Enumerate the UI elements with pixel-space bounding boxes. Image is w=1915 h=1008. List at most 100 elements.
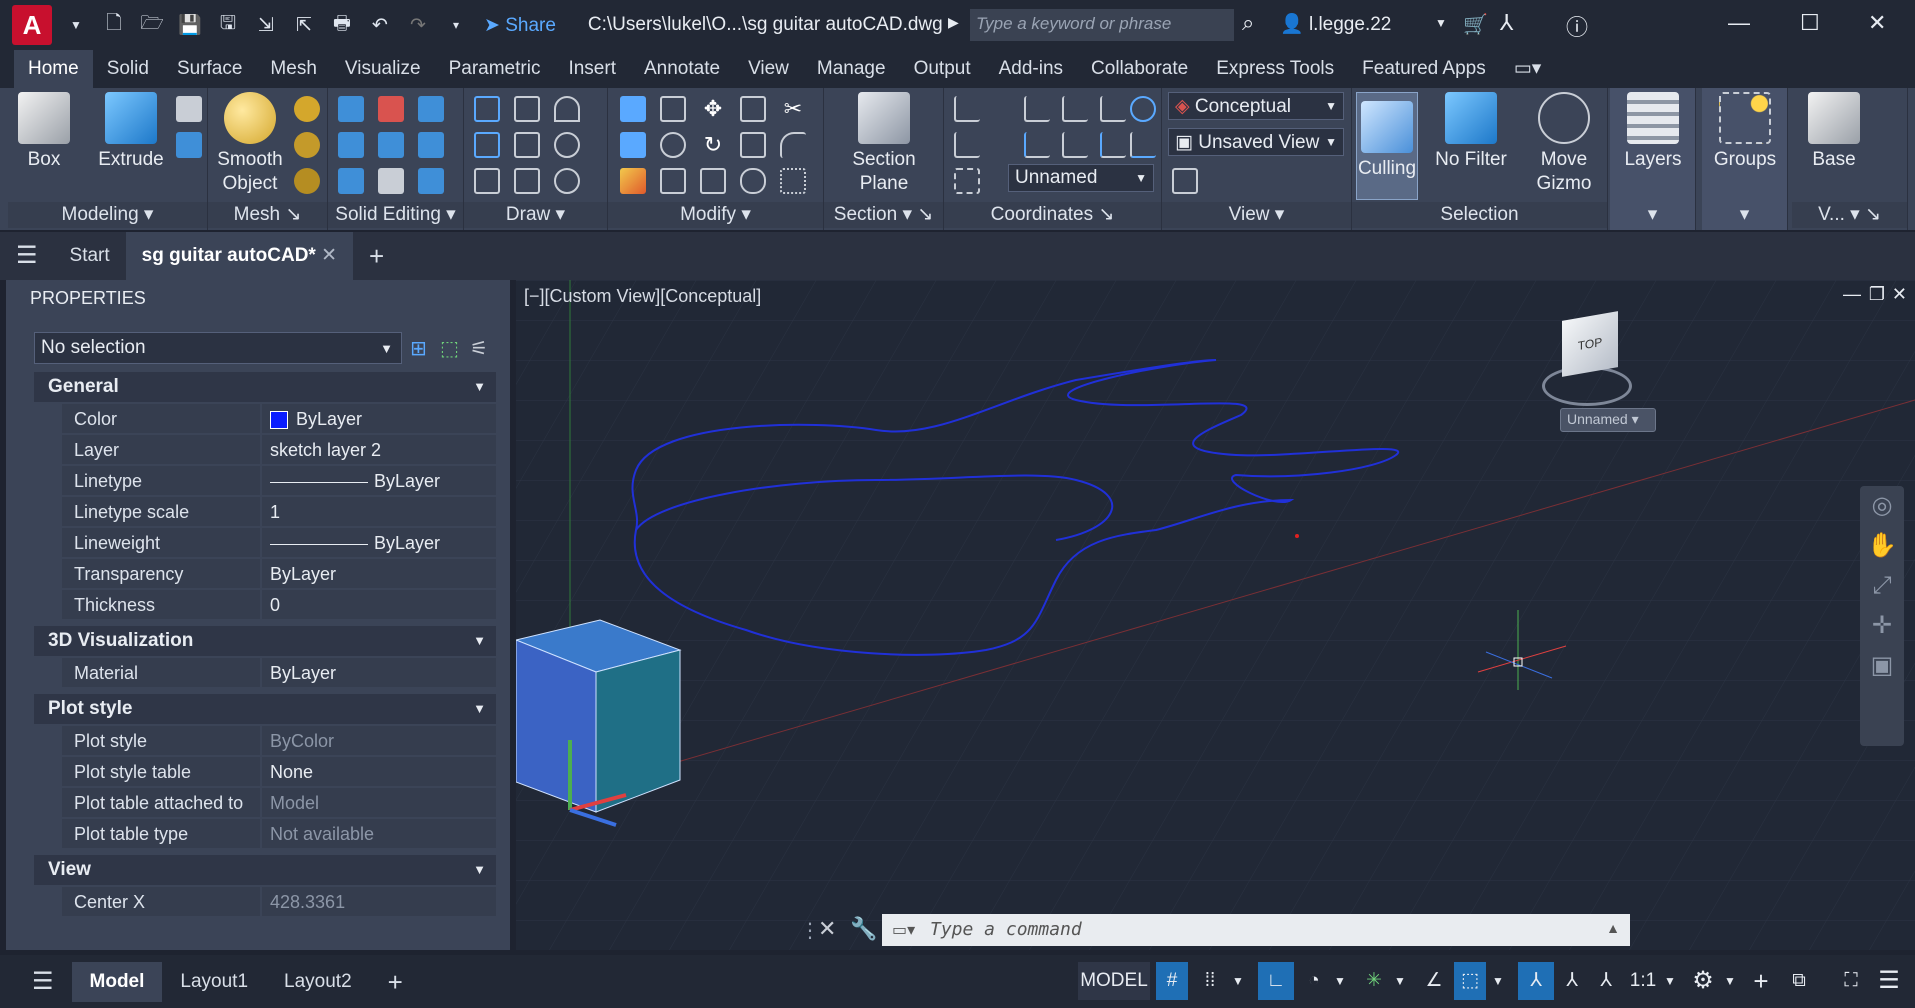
ucs-view-icon[interactable] <box>1130 96 1156 122</box>
ucs-dropdown[interactable]: Unnamed ▼ <box>1008 164 1154 192</box>
tab-parametric[interactable]: Parametric <box>435 50 555 88</box>
shell-icon[interactable] <box>378 168 404 194</box>
intersect-icon[interactable] <box>338 132 364 158</box>
tab-layout1[interactable]: Layout1 <box>162 962 266 1002</box>
fillet-icon[interactable] <box>780 132 806 158</box>
prop-value[interactable]: 0 <box>262 590 496 619</box>
array-icon[interactable] <box>740 96 766 122</box>
layers-expand-icon[interactable]: ▾ <box>1610 202 1695 228</box>
3d-align-icon[interactable] <box>660 96 686 122</box>
model-space-canvas[interactable] <box>516 280 1915 950</box>
rectangular-array-icon[interactable] <box>780 168 806 194</box>
tab-insert[interactable]: Insert <box>554 50 630 88</box>
prop-row-plot-table-type[interactable]: Plot table type Not available <box>62 819 496 849</box>
tab-home[interactable]: Home <box>14 50 93 88</box>
selection-dropdown[interactable]: No selection ▼ <box>34 332 402 364</box>
erase-icon[interactable] <box>620 168 646 194</box>
polar-dropdown-icon[interactable]: ▼ <box>1330 962 1350 1000</box>
tab-manage[interactable]: Manage <box>803 50 900 88</box>
no-filter-button[interactable]: No Filter <box>1428 92 1514 172</box>
prop-row-linetype[interactable]: Linetype ByLayer <box>62 466 496 496</box>
mirror-icon[interactable] <box>620 96 646 122</box>
steering-wheel-icon[interactable]: ◎ <box>1860 486 1904 526</box>
layout-menu-icon[interactable]: ☰ <box>14 962 72 1002</box>
grid-icon[interactable]: # <box>1156 962 1188 1000</box>
tab-collaborate[interactable]: Collaborate <box>1077 50 1202 88</box>
arc-icon[interactable] <box>554 96 580 122</box>
mesh-add-icon[interactable] <box>294 96 320 122</box>
tab-view[interactable]: View <box>734 50 803 88</box>
model-space-button[interactable]: MODEL <box>1078 962 1150 1000</box>
showmotion-icon[interactable]: ▣ <box>1860 646 1904 686</box>
customization-menu-icon[interactable]: ☰ <box>1872 962 1906 1000</box>
prop-row-linetype-scale[interactable]: Linetype scale 1 <box>62 497 496 527</box>
3d-scale-icon[interactable] <box>660 168 686 194</box>
prop-value[interactable]: None <box>262 757 496 786</box>
ucs-3point-icon[interactable] <box>1100 132 1126 158</box>
tab-visualize[interactable]: Visualize <box>331 50 435 88</box>
viewport-config-icon[interactable] <box>1172 168 1198 194</box>
hamburger-menu-icon[interactable]: ☰ <box>0 232 54 280</box>
polygon-icon[interactable] <box>474 168 500 194</box>
prop-row-center-x[interactable]: Center X 428.3361 <box>62 887 496 917</box>
select-objects-icon[interactable]: ⬚ <box>440 336 459 361</box>
slice-icon[interactable] <box>378 132 404 158</box>
move-icon[interactable]: ✥ <box>700 96 726 122</box>
search-input[interactable]: Type a keyword or phrase <box>970 9 1234 41</box>
tab-active-drawing[interactable]: sg guitar autoCAD* ✕ <box>125 232 354 280</box>
new-file-icon[interactable]: 🗋 <box>100 11 128 39</box>
smooth-object-button[interactable]: Smooth Object <box>212 92 288 196</box>
mesh-crease-icon[interactable] <box>294 168 320 194</box>
object-snap-tracking-icon[interactable]: ∠ <box>1418 962 1450 1000</box>
quick-select-icon[interactable]: ⚟ <box>470 336 488 361</box>
autodesk-icon[interactable]: ⅄ <box>1500 10 1513 36</box>
panel-label-modeling[interactable]: Modeling ▾ <box>8 202 207 228</box>
auto-scale-icon[interactable]: ⅄ <box>1556 962 1588 1000</box>
tab-model[interactable]: Model <box>71 961 163 1002</box>
close-icon[interactable]: ✕ <box>1868 10 1886 36</box>
presspull-icon[interactable] <box>176 96 202 122</box>
prop-row-plot-style[interactable]: Plot style ByColor <box>62 726 496 756</box>
panel-label-mesh[interactable]: Mesh ↘ <box>208 202 327 228</box>
visual-style-dropdown[interactable]: ◈ Conceptual ▼ <box>1168 92 1344 120</box>
line-tool-icon[interactable] <box>514 132 540 158</box>
trim-icon[interactable]: ✂ <box>780 96 806 122</box>
named-view-dropdown[interactable]: ▣ Unsaved View ▼ <box>1168 128 1344 156</box>
app-menu-button[interactable]: A <box>12 5 52 45</box>
ucs-named-icon[interactable] <box>1100 96 1126 122</box>
tab-annotate[interactable]: Annotate <box>630 50 734 88</box>
tab-solid[interactable]: Solid <box>93 50 163 88</box>
new-tab-icon[interactable]: + <box>353 232 400 280</box>
rotate-icon[interactable]: ↻ <box>700 132 726 158</box>
layers-button[interactable]: Layers <box>1614 92 1692 172</box>
snap-dropdown-icon[interactable]: ▼ <box>1228 962 1248 1000</box>
ortho-icon[interactable]: ∟ <box>1258 962 1294 1000</box>
isodraft-icon[interactable]: ✳ <box>1358 962 1390 1000</box>
box-button[interactable]: Box <box>14 92 74 172</box>
union-icon[interactable] <box>338 96 364 122</box>
prop-value[interactable]: 1 <box>262 497 496 526</box>
section-3d-visualization[interactable]: 3D Visualization ▼ <box>34 626 496 656</box>
viewport-minimize-icon[interactable]: — <box>1843 284 1861 305</box>
section-plane-button[interactable]: Section Plane <box>840 92 928 196</box>
prop-row-plot-style-table[interactable]: Plot style table None <box>62 757 496 787</box>
share-button[interactable]: ➤ Share <box>484 14 556 37</box>
tab-surface[interactable]: Surface <box>163 50 256 88</box>
scale-dropdown-icon[interactable]: ▼ <box>1660 962 1680 1000</box>
annotation-visibility-icon[interactable]: ⅄ <box>1518 962 1554 1000</box>
new-layout-icon[interactable]: + <box>370 962 421 1002</box>
ucs-object-icon[interactable] <box>954 132 980 158</box>
close-command-icon[interactable]: ✕ <box>818 916 836 942</box>
save-icon[interactable]: 💾 <box>176 11 204 39</box>
3d-rotate-icon[interactable] <box>660 132 686 158</box>
snap-icon[interactable]: ⁞⁞ <box>1194 962 1226 1000</box>
prop-row-lineweight[interactable]: Lineweight ByLayer <box>62 528 496 558</box>
print-icon[interactable]: 🖶 <box>328 11 356 39</box>
fillet-edge-icon[interactable] <box>620 132 646 158</box>
rectangle-icon[interactable] <box>514 168 540 194</box>
viewcube[interactable]: TOP <box>1562 311 1618 377</box>
prop-value[interactable]: ByLayer <box>262 658 496 687</box>
thicken-icon[interactable] <box>418 132 444 158</box>
groups-button[interactable]: Groups <box>1706 92 1784 172</box>
tab-add-ins[interactable]: Add-ins <box>985 50 1077 88</box>
